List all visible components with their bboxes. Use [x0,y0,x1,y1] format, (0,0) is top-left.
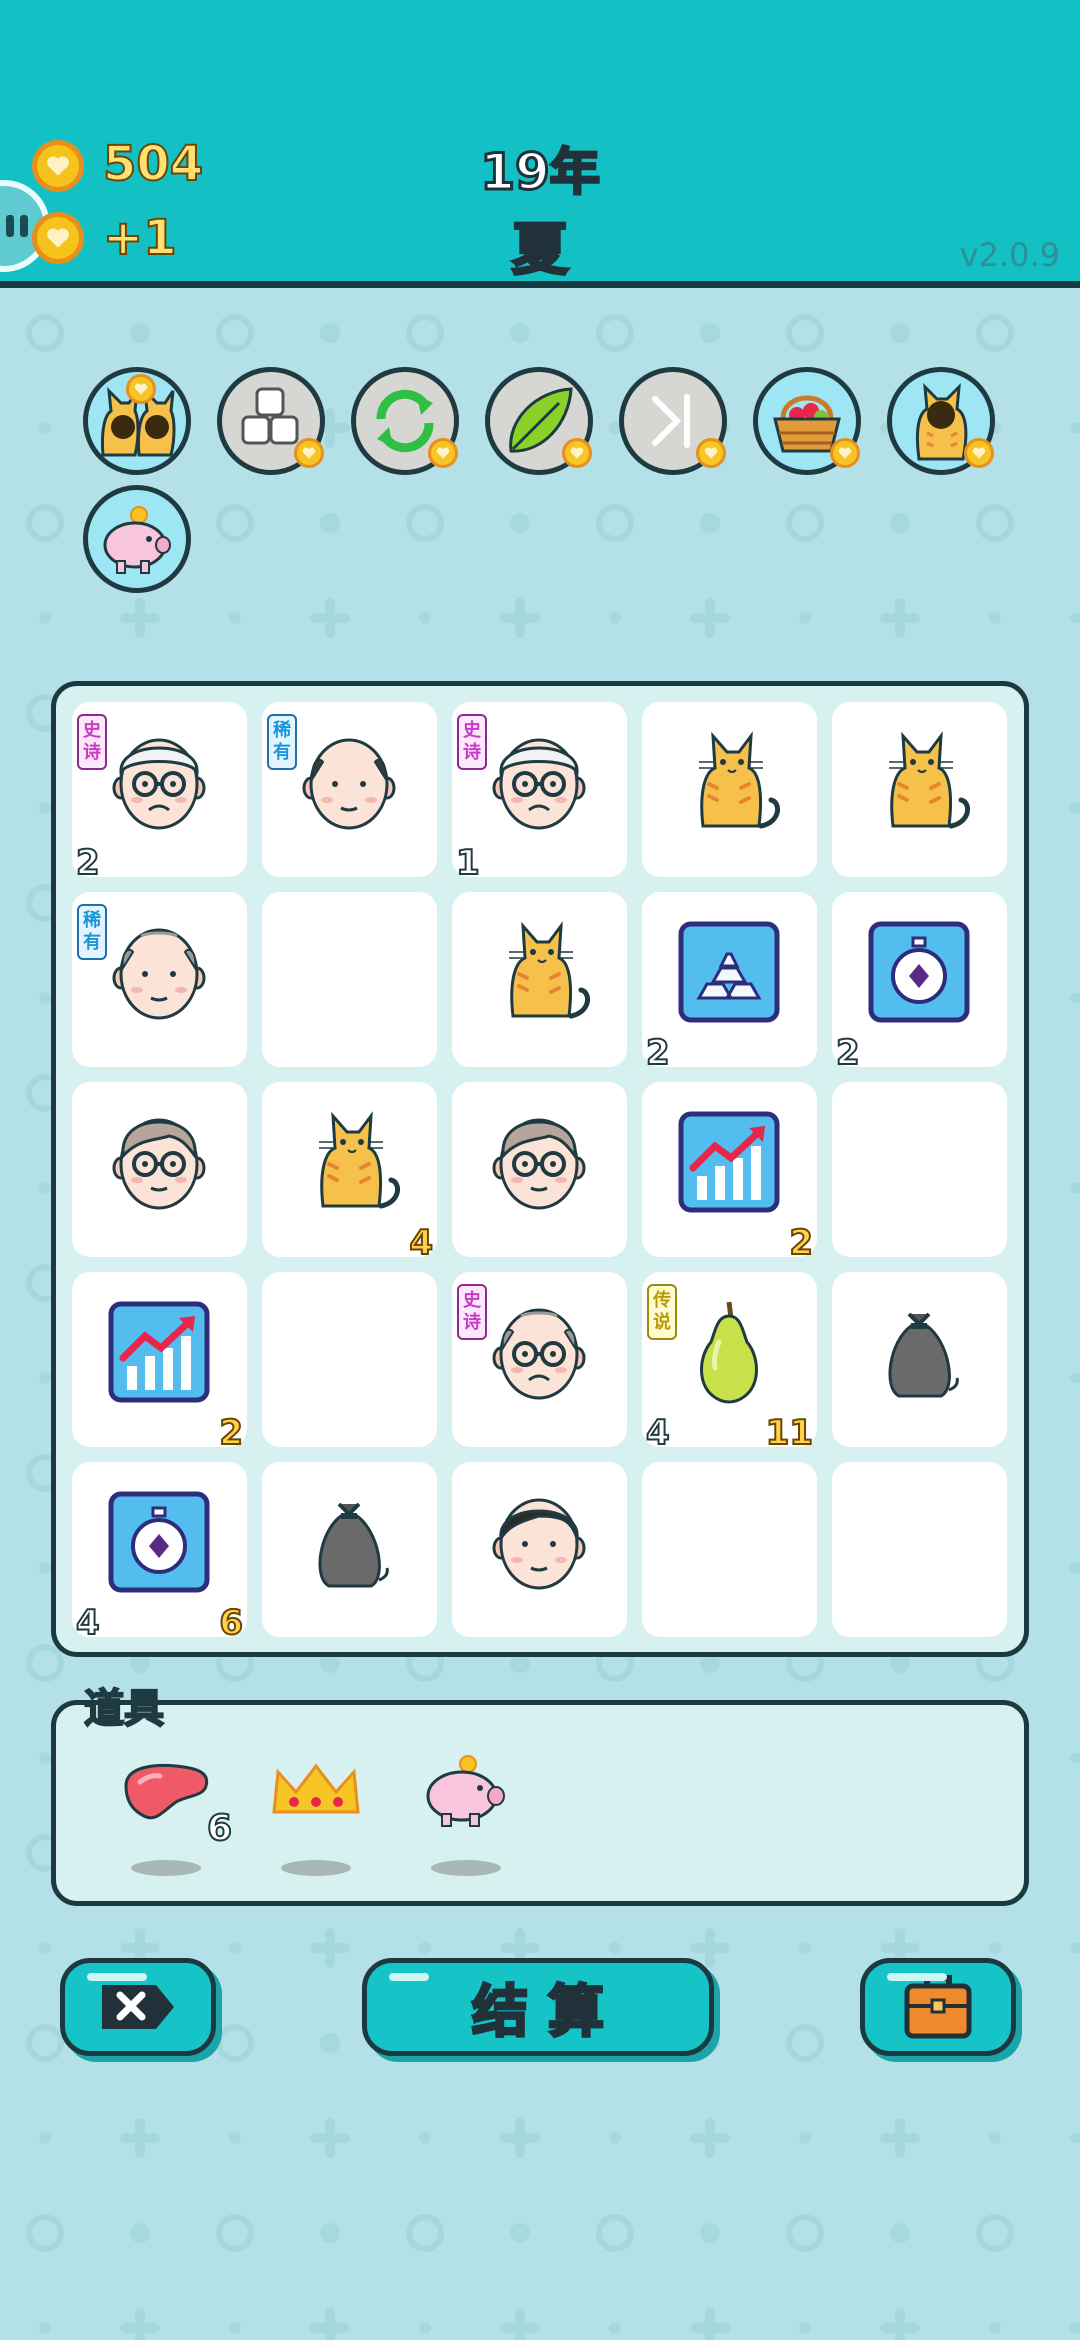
close-icon [102,1985,174,2029]
season-label: 夏 [511,217,570,285]
item-slot[interactable] [266,1752,366,1876]
coin-cost-icon [428,438,458,468]
board-cell[interactable]: 稀有 [72,892,247,1067]
board-cell[interactable]: 2 [832,892,1007,1074]
piggy-bank-icon [95,497,179,581]
board-cell[interactable]: 4 [262,1082,437,1264]
cell-value-right: 6 [218,1602,244,1644]
board-cell[interactable] [72,1082,247,1257]
item-shadow [281,1860,351,1876]
coin-cost-icon [696,438,726,468]
board-cell-empty[interactable] [832,1462,1007,1637]
items-title: 道具 [83,1685,165,1733]
cell-value-right: 11 [765,1412,814,1454]
coin-cost-icon [126,374,156,404]
briefcase-icon [904,1975,972,2039]
cell-count-left: 4 [75,1602,101,1644]
top-bar: 504 +1 19年 夏 v2.0.9 [0,0,1080,285]
exit-button[interactable] [60,1958,216,2056]
cell-value-right: 2 [788,1222,814,1264]
settle-label: 结算 [471,1978,624,2046]
rarity-tag: 史诗 [457,714,487,770]
skill-cat-pair[interactable] [83,367,191,475]
inventory-button[interactable] [860,1958,1016,2056]
skill-piggy-bank[interactable] [83,485,191,593]
board-cell-empty[interactable] [262,892,437,1067]
skill-refresh[interactable] [351,367,459,475]
rarity-tag: 传说 [647,1284,677,1340]
header-divider [0,281,1080,288]
board-cell[interactable] [832,1272,1007,1447]
coin-income-icon [32,212,84,264]
cell-count-left: 4 [645,1412,671,1454]
rarity-tag: 稀有 [77,904,107,960]
skill-cat[interactable] [887,367,995,475]
skill-skip[interactable] [619,367,727,475]
board-cell-empty[interactable] [832,1082,1007,1257]
board-cell-empty[interactable] [642,1462,817,1637]
skill-leaf[interactable] [485,367,593,475]
item-slot[interactable]: 6 [116,1752,233,1876]
coin-cost-icon [294,438,324,468]
item-quantity: 6 [206,1807,233,1850]
board-cell[interactable]: 史诗 1 [452,702,627,884]
board-cell[interactable] [642,702,817,877]
coin-icon [32,140,84,192]
board-cell[interactable]: 2 [642,1082,817,1264]
coin-cost-icon [830,438,860,468]
settle-button[interactable]: 结算 [362,1958,714,2056]
version-label: v2.0.9 [959,236,1060,274]
cell-count-left: 1 [455,842,481,884]
rarity-tag: 稀有 [267,714,297,770]
cell-count-left: 2 [645,1032,671,1074]
board-cell[interactable] [452,1462,627,1637]
cell-value-right: 2 [218,1412,244,1454]
item-shadow [431,1860,501,1876]
cell-count-left: 2 [835,1032,861,1074]
board-cell[interactable] [452,892,627,1067]
board-cell[interactable]: 2 [642,892,817,1074]
board-cell[interactable]: 46 [72,1462,247,1644]
cell-value-right: 4 [408,1222,434,1264]
board-cell[interactable] [832,702,1007,877]
coin-cost-icon [562,438,592,468]
liver-icon [116,1763,216,1836]
board-cell[interactable]: 传说 4 11 [642,1272,817,1454]
piggy-bank-icon [416,1755,516,1836]
item-slot[interactable] [416,1752,516,1876]
board-cell[interactable] [452,1082,627,1257]
board-cell[interactable] [262,1462,437,1637]
board-cell[interactable]: 稀有 [262,702,437,877]
coin-count: 504 [102,135,204,193]
cell-count-left: 2 [75,842,101,884]
skill-blocks[interactable] [217,367,325,475]
board-cell[interactable]: 史诗 [452,1272,627,1447]
board-cell[interactable]: 史诗 2 [72,702,247,884]
coin-income: +1 [102,209,178,267]
rarity-tag: 史诗 [77,714,107,770]
coin-cost-icon [964,438,994,468]
year-label: 19年 [479,142,602,203]
crown-icon [266,1763,366,1836]
board-cell[interactable]: 2 [72,1272,247,1454]
rarity-tag: 史诗 [457,1284,487,1340]
item-shadow [131,1860,201,1876]
skill-fruit-basket[interactable] [753,367,861,475]
board-cell-empty[interactable] [262,1272,437,1447]
